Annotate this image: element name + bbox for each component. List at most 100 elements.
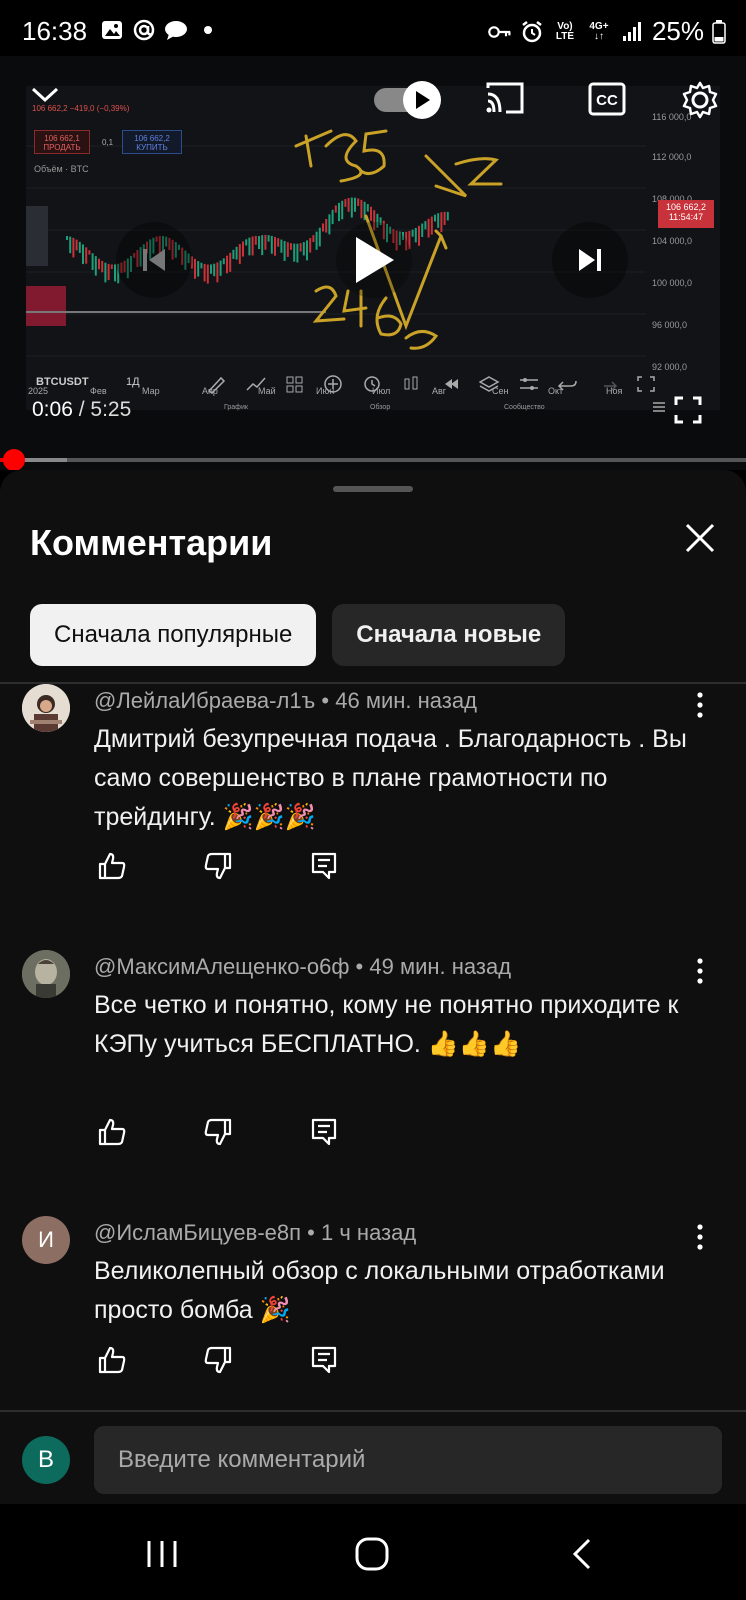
recent-apps-button[interactable] [142,1534,182,1574]
status-time: 16:38 [22,16,88,46]
video-candle [66,236,68,240]
next-button[interactable] [552,222,628,298]
chip-newest-first[interactable]: Сначала новые [332,604,566,666]
chart-volume-label: Объём · BTC [34,164,89,174]
video-candle [219,260,222,276]
video-candle [94,256,97,276]
video-candle [283,240,286,261]
more-vert-icon [697,692,703,718]
play-button[interactable] [336,222,412,298]
video-candle [309,238,312,253]
video-candle [414,227,417,243]
like-button[interactable] [94,848,130,884]
video-candle [280,239,283,253]
video-candle [197,261,200,277]
like-button[interactable] [94,1114,130,1150]
fullscreen-button[interactable] [674,396,702,429]
reply-button[interactable] [306,1342,342,1378]
comment-meta: @ЛейлаИбраева-л1ъ • 46 мин. назад [94,688,477,713]
video-candle [293,243,296,262]
like-button[interactable] [94,1342,130,1378]
avatar[interactable] [22,950,70,998]
dislike-button[interactable] [200,1342,236,1378]
comment-author[interactable]: @ЛейлаИбраева-л1ъ [94,688,315,713]
thumbs-down-icon [204,1346,232,1374]
previous-button[interactable] [116,222,192,298]
user-avatar[interactable]: В [22,1436,70,1484]
drag-handle[interactable] [333,486,413,492]
reply-button[interactable] [306,1114,342,1150]
battery-percent: 25% [651,16,704,46]
chart-current-price: 106 662,2 11:54:47 [658,200,714,228]
video-candle [306,240,308,261]
video-candle [302,242,305,256]
dislike-button[interactable] [200,1114,236,1150]
progress-scrubber[interactable] [2,449,25,470]
comment-author[interactable]: @МаксимАлещенко-о6ф [94,954,349,979]
cast-button[interactable] [484,80,526,121]
video-candle [238,244,241,264]
video-candle [366,204,369,212]
video-candle [421,223,424,237]
video-candle [344,199,347,207]
reply-comment-icon [311,1118,337,1146]
reply-button[interactable] [306,848,342,884]
video-candle [75,239,78,251]
key-icon [488,20,512,44]
video-candle [206,264,209,284]
settings-button[interactable] [680,80,720,125]
chart-tab-chart: График [224,404,248,411]
chip-popular-first[interactable]: Сначала популярные [30,604,317,666]
video-candle [258,236,260,249]
video-candle [267,235,270,242]
comment-time: 49 мин. назад [369,954,512,979]
comment-menu-button[interactable] [688,956,712,986]
comment-input[interactable]: Введите комментарий [94,1426,722,1494]
avatar[interactable]: И [22,1216,70,1264]
back-icon [572,1538,591,1570]
comment-author[interactable]: @ИсламБицуев-е8п [94,1220,301,1245]
comment-input-bar: В Введите комментарий [0,1410,746,1504]
video-candle [286,242,289,257]
video-candle [248,237,251,256]
comment-menu-button[interactable] [688,690,712,720]
video-candle [88,250,91,255]
candles-icon [401,374,427,394]
video-candle [251,236,254,256]
dislike-button[interactable] [200,848,236,884]
sliders-icon [518,374,544,394]
captions-button[interactable]: CC [588,82,626,121]
chart-tab-overview: Обзор [370,404,391,411]
duration: 5:25 [90,398,132,421]
home-button[interactable] [352,1534,392,1574]
comment-meta: @ИсламБицуев-е8п • 1 ч назад [94,1220,417,1245]
redo-icon [596,374,622,394]
back-button[interactable] [562,1534,602,1574]
previous-icon [143,249,165,271]
video-candle [360,199,363,219]
chart-timeframe: 1Д [126,376,140,388]
video-candle [328,214,331,235]
indicators-icon [245,374,271,394]
comment-text: Дмитрий безупречная подача . Благодарнос… [94,725,687,831]
at-icon [132,18,156,42]
comment-menu-button[interactable] [688,1222,712,1252]
close-button[interactable] [682,520,718,556]
avatar-letter: И [38,1227,54,1252]
video-candle [72,237,75,258]
video-player[interactable]: 106 662,2 −419,0 (−0,39%) 106 662,1 ПРОД… [0,56,746,470]
video-candle [430,216,433,235]
signal-icon [620,20,644,44]
current-time: 0:06 [32,398,73,421]
avatar[interactable] [22,684,70,732]
video-candle [104,262,107,283]
video-candle [110,264,113,270]
autoplay-toggle[interactable] [372,80,444,125]
progress-bar[interactable] [0,449,746,470]
video-candle [354,197,356,212]
collapse-button[interactable] [30,84,60,109]
video-candle [232,249,235,259]
captions-icon: CC [588,82,626,116]
video-candle [427,218,430,238]
video-candle [235,246,238,260]
